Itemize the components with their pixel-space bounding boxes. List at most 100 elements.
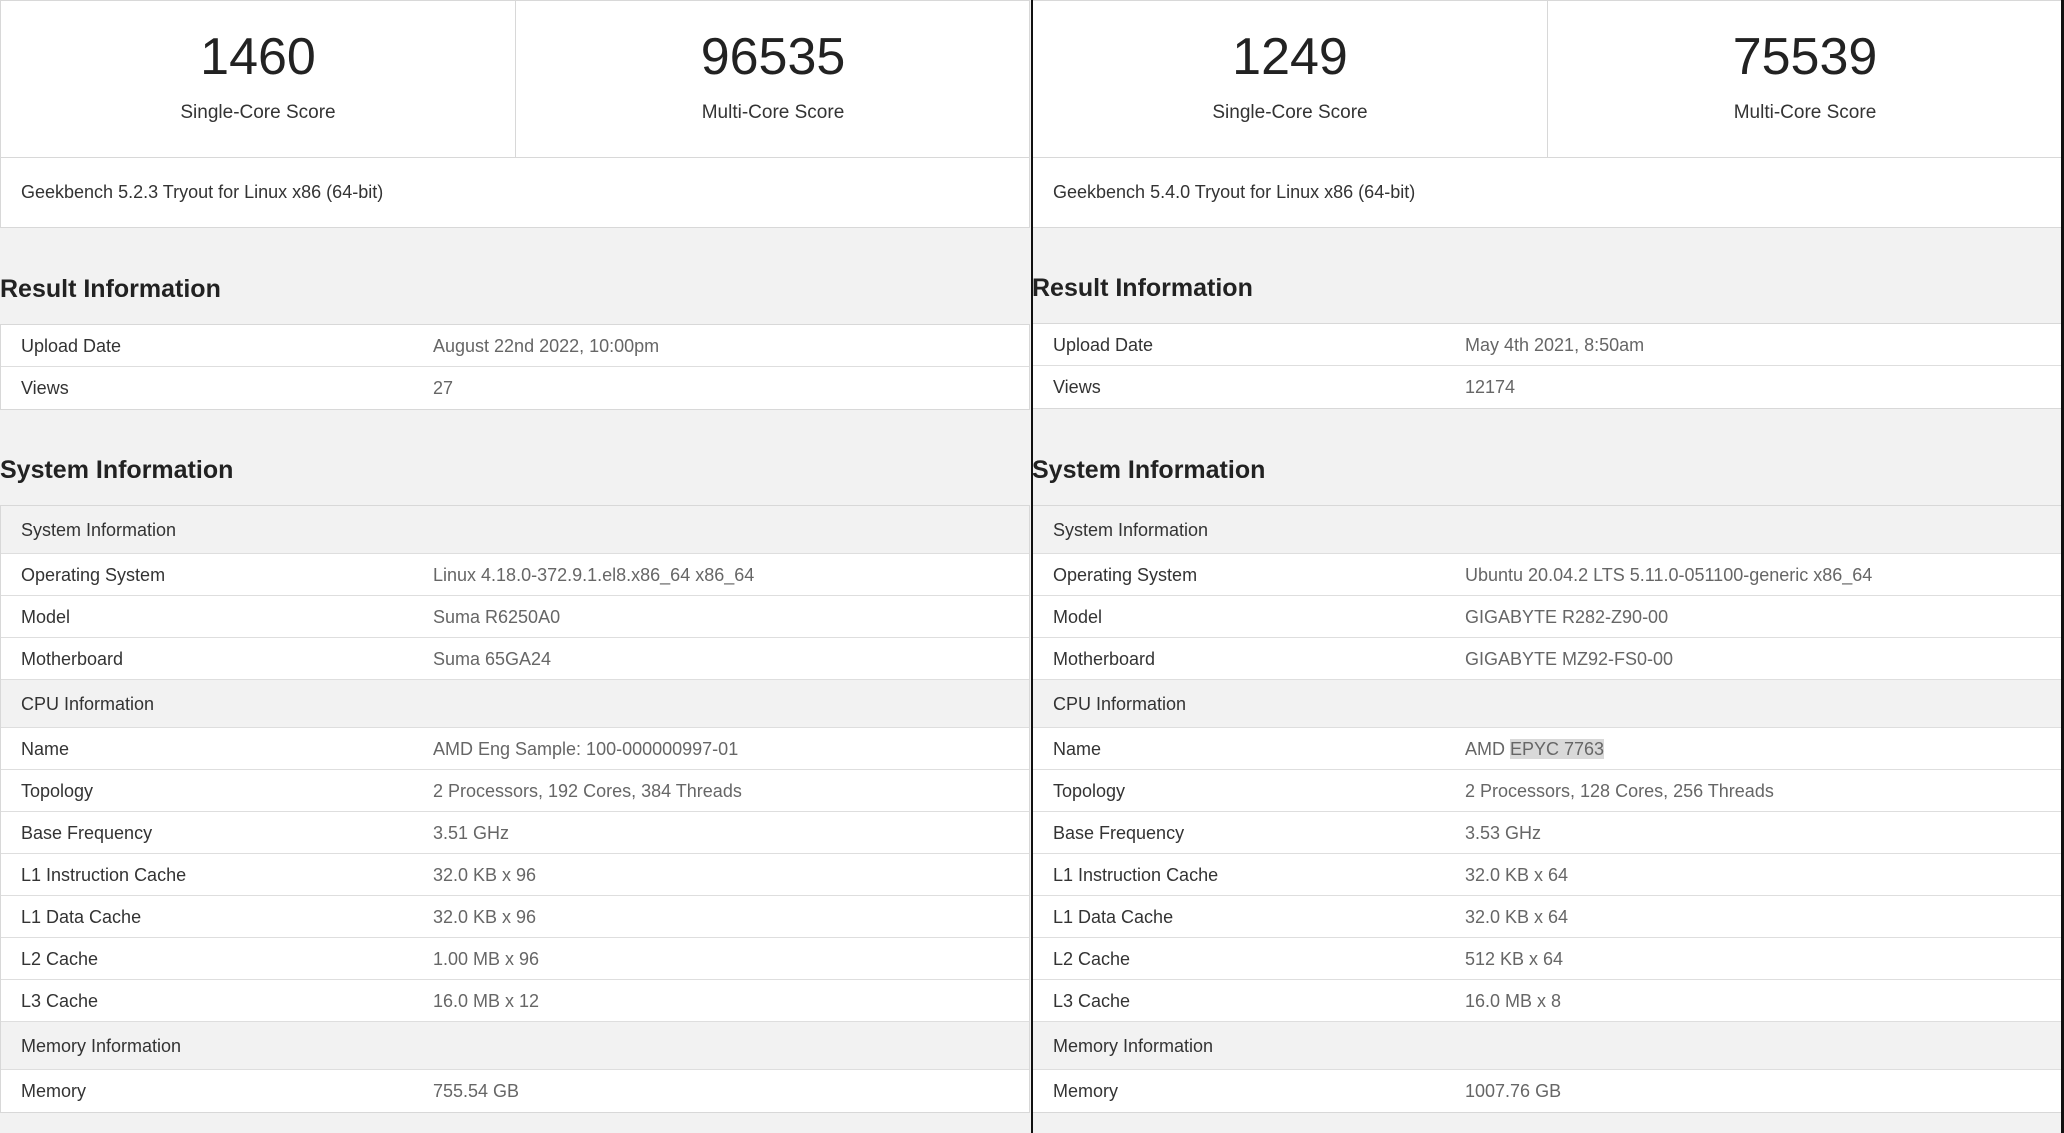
system-information-title: System Information — [1032, 456, 1266, 484]
version-bar: Geekbench 5.4.0 Tryout for Linux x86 (64… — [1033, 157, 2061, 228]
table-row: Upload Date August 22nd 2022, 10:00pm — [1, 325, 1029, 367]
table-group-header: System Information — [1, 506, 1029, 554]
table-row: Topology 2 Processors, 192 Cores, 384 Th… — [1, 770, 1029, 812]
multi-core-score-label: Multi-Core Score — [701, 102, 845, 123]
memory-value: 755.54 GB — [433, 1081, 520, 1101]
table-row: Memory 1007.76 GB — [1033, 1070, 2061, 1112]
base-frequency-label: Base Frequency — [1053, 823, 1185, 843]
views-label: Views — [21, 378, 69, 398]
motherboard-label: Motherboard — [1053, 649, 1156, 669]
model-value: GIGABYTE R282-Z90-00 — [1465, 607, 1669, 627]
single-core-score-cell: 1249 Single-Core Score — [1033, 1, 1548, 157]
table-row: Base Frequency 3.53 GHz — [1033, 812, 2061, 854]
upload-date-value: August 22nd 2022, 10:00pm — [433, 336, 660, 356]
motherboard-value: Suma 65GA24 — [433, 649, 552, 669]
table-row: Topology 2 Processors, 128 Cores, 256 Th… — [1033, 770, 2061, 812]
cpu-name-selected-text[interactable]: EPYC 7763 — [1510, 739, 1605, 759]
table-row: Views 27 — [1, 367, 1029, 409]
table-row: L1 Instruction Cache 32.0 KB x 96 — [1, 854, 1029, 896]
views-label: Views — [1053, 377, 1101, 397]
topology-label: Topology — [21, 781, 94, 801]
left-result-column: 1460 Single-Core Score 96535 Multi-Core … — [0, 0, 1032, 1133]
table-row: Name AMD Eng Sample: 100-000000997-01 — [1, 728, 1029, 770]
single-core-score-label: Single-Core Score — [180, 102, 336, 123]
l2-cache-label: L2 Cache — [21, 949, 99, 969]
result-information-table: Upload Date May 4th 2021, 8:50am Views 1… — [1032, 323, 2062, 409]
multi-core-score: 75539 — [1732, 28, 1878, 86]
table-row: Operating System Ubuntu 20.04.2 LTS 5.11… — [1033, 554, 2061, 596]
cpu-name-value: AMD Eng Sample: 100-000000997-01 — [433, 739, 739, 759]
table-row: Upload Date May 4th 2021, 8:50am — [1033, 324, 2061, 366]
views-value: 12174 — [1465, 377, 1516, 397]
table-group-header: CPU Information — [1033, 680, 2061, 728]
table-row: L1 Data Cache 32.0 KB x 96 — [1, 896, 1029, 938]
single-core-score: 1460 — [200, 28, 316, 86]
system-information-title: System Information — [0, 456, 234, 484]
table-row: Motherboard Suma 65GA24 — [1, 638, 1029, 680]
system-information-table: System Information Operating System Ubun… — [1032, 505, 2062, 1113]
l1-data-cache-value: 32.0 KB x 64 — [1465, 907, 1569, 927]
table-row: L3 Cache 16.0 MB x 8 — [1033, 980, 2061, 1022]
operating-system-value: Ubuntu 20.04.2 LTS 5.11.0-051100-generic… — [1465, 565, 1873, 585]
multi-core-score: 96535 — [700, 28, 846, 86]
cpu-name-label: Name — [1053, 739, 1102, 759]
views-value: 27 — [433, 378, 454, 398]
table-row: Model Suma R6250A0 — [1, 596, 1029, 638]
system-information-header: System Information — [21, 520, 177, 540]
table-row: L3 Cache 16.0 MB x 12 — [1, 980, 1029, 1022]
motherboard-value: GIGABYTE MZ92-FS0-00 — [1465, 649, 1674, 669]
operating-system-label: Operating System — [21, 565, 166, 585]
memory-label: Memory — [21, 1081, 87, 1101]
single-core-score-cell: 1460 Single-Core Score — [1, 1, 516, 157]
score-panel: 1460 Single-Core Score 96535 Multi-Core … — [0, 0, 1030, 228]
memory-value: 1007.76 GB — [1465, 1081, 1562, 1101]
table-row: Model GIGABYTE R282-Z90-00 — [1033, 596, 2061, 638]
cpu-name-label: Name — [21, 739, 70, 759]
right-result-column: 1249 Single-Core Score 75539 Multi-Core … — [1032, 0, 2064, 1133]
table-row: Memory 755.54 GB — [1, 1070, 1029, 1112]
topology-value: 2 Processors, 128 Cores, 256 Threads — [1465, 781, 1774, 801]
table-row: Operating System Linux 4.18.0-372.9.1.el… — [1, 554, 1029, 596]
multi-core-score-cell: 75539 Multi-Core Score — [1548, 1, 2062, 157]
result-information-title: Result Information — [1032, 274, 1253, 302]
l1-instruction-cache-label: L1 Instruction Cache — [1053, 865, 1219, 885]
system-information-header: System Information — [1053, 520, 1209, 540]
version-bar: Geekbench 5.2.3 Tryout for Linux x86 (64… — [1, 157, 1029, 228]
table-row: L2 Cache 1.00 MB x 96 — [1, 938, 1029, 980]
operating-system-value: Linux 4.18.0-372.9.1.el8.x86_64 x86_64 — [433, 565, 755, 585]
table-group-header: CPU Information — [1, 680, 1029, 728]
memory-information-header: Memory Information — [21, 1036, 182, 1056]
table-group-header: Memory Information — [1033, 1022, 2061, 1070]
system-information-table: System Information Operating System Linu… — [0, 505, 1030, 1113]
cpu-name-prefix: AMD — [1465, 739, 1510, 759]
operating-system-label: Operating System — [1053, 565, 1198, 585]
comparison-page: 1460 Single-Core Score 96535 Multi-Core … — [0, 0, 2064, 1133]
table-row: L2 Cache 512 KB x 64 — [1033, 938, 2061, 980]
model-label: Model — [21, 607, 71, 627]
l3-cache-label: L3 Cache — [21, 991, 99, 1011]
base-frequency-value: 3.51 GHz — [433, 823, 510, 843]
base-frequency-label: Base Frequency — [21, 823, 153, 843]
multi-core-score-cell: 96535 Multi-Core Score — [516, 1, 1030, 157]
cpu-name-value: AMD EPYC 7763 — [1465, 728, 1605, 770]
model-label: Model — [1053, 607, 1103, 627]
model-value: Suma R6250A0 — [433, 607, 561, 627]
table-row: Name AMD EPYC 7763 — [1033, 728, 2061, 770]
column-divider — [1031, 0, 1033, 1133]
upload-date-value: May 4th 2021, 8:50am — [1465, 335, 1645, 355]
upload-date-label: Upload Date — [1053, 335, 1154, 355]
single-core-score-label: Single-Core Score — [1212, 102, 1368, 123]
table-row: Views 12174 — [1033, 366, 2061, 408]
table-row: Motherboard GIGABYTE MZ92-FS0-00 — [1033, 638, 2061, 680]
l1-instruction-cache-value: 32.0 KB x 96 — [433, 865, 537, 885]
result-information-title: Result Information — [0, 275, 221, 303]
table-row: L1 Data Cache 32.0 KB x 64 — [1033, 896, 2061, 938]
l3-cache-value: 16.0 MB x 8 — [1465, 991, 1562, 1011]
l3-cache-label: L3 Cache — [1053, 991, 1131, 1011]
multi-core-score-label: Multi-Core Score — [1733, 102, 1877, 123]
l3-cache-value: 16.0 MB x 12 — [433, 991, 540, 1011]
l1-instruction-cache-value: 32.0 KB x 64 — [1465, 865, 1569, 885]
table-group-header: Memory Information — [1, 1022, 1029, 1070]
topology-label: Topology — [1053, 781, 1126, 801]
table-row: L1 Instruction Cache 32.0 KB x 64 — [1033, 854, 2061, 896]
